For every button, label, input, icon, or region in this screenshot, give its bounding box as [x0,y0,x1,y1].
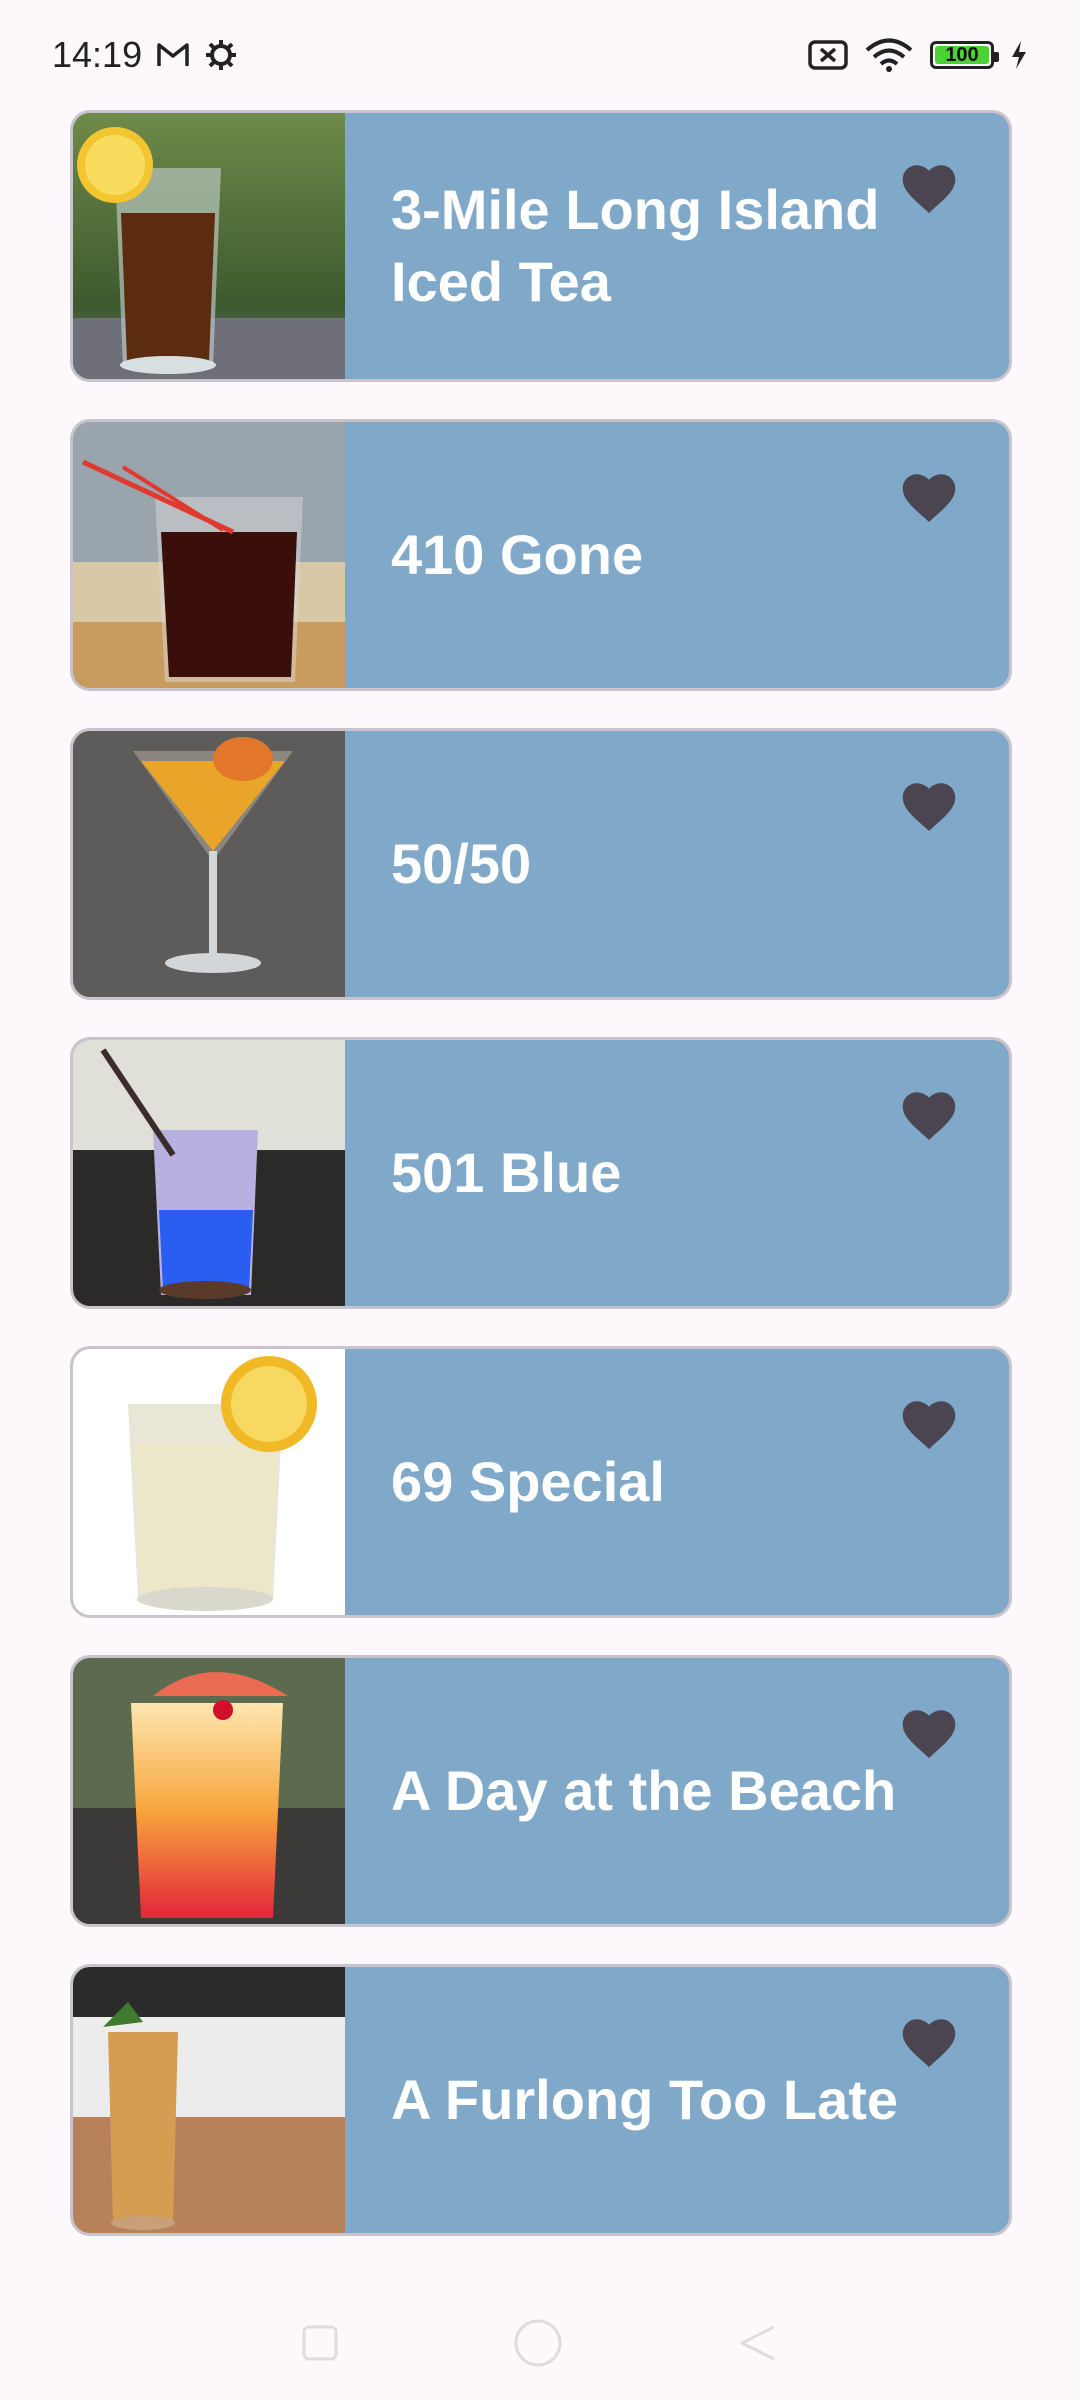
status-right: 100 [808,37,1028,73]
drink-name: 50/50 [391,832,532,895]
no-sim-icon [808,39,848,71]
drink-name: A Day at the Beach [391,1759,897,1822]
drink-image [73,113,345,379]
drink-image [73,1658,345,1924]
drink-name: A Furlong Too Late [391,2068,899,2131]
drink-image [73,1967,345,2233]
drink-name: 3-Mile Long Island Iced Tea [391,178,880,313]
drink-card[interactable]: A Day at the Beach [70,1655,1012,1927]
recents-button[interactable] [300,2323,340,2368]
back-button[interactable] [736,2321,780,2370]
home-button[interactable] [510,2315,566,2376]
gmail-icon [156,41,190,69]
drink-card[interactable]: 3-Mile Long Island Iced Tea [70,110,1012,382]
drink-name: 501 Blue [391,1141,622,1204]
heart-icon[interactable] [899,159,959,215]
system-nav-bar [0,2290,1080,2400]
drink-card[interactable]: 410 Gone [70,419,1012,691]
heart-icon[interactable] [899,1395,959,1451]
heart-icon[interactable] [899,1086,959,1142]
drink-image [73,1349,345,1615]
drink-card[interactable]: 501 Blue [70,1037,1012,1309]
clock: 14:19 [52,34,143,75]
status-bar: 14:19 100 [0,0,1080,110]
battery-level: 100 [945,43,979,66]
drink-card[interactable]: 69 Special [70,1346,1012,1618]
heart-icon[interactable] [899,2013,959,2069]
drink-card[interactable]: A Furlong Too Late [70,1964,1012,2236]
wifi-icon [864,37,914,73]
drink-image [73,1040,345,1306]
drink-name: 410 Gone [391,523,644,586]
settings-gear-icon [204,38,238,72]
battery-icon: 100 [930,41,999,69]
drink-image [73,731,345,997]
drink-card[interactable]: 50/50 [70,728,1012,1000]
heart-icon[interactable] [899,468,959,524]
status-left: 14:19 [52,34,238,76]
drink-image [73,422,345,688]
drink-name: 69 Special [391,1450,665,1513]
heart-icon[interactable] [899,777,959,833]
heart-icon[interactable] [899,1704,959,1760]
charging-bolt-icon [1010,40,1028,70]
drink-list[interactable]: 3-Mile Long Island Iced Tea 410 Gone 50/… [70,110,1012,2273]
